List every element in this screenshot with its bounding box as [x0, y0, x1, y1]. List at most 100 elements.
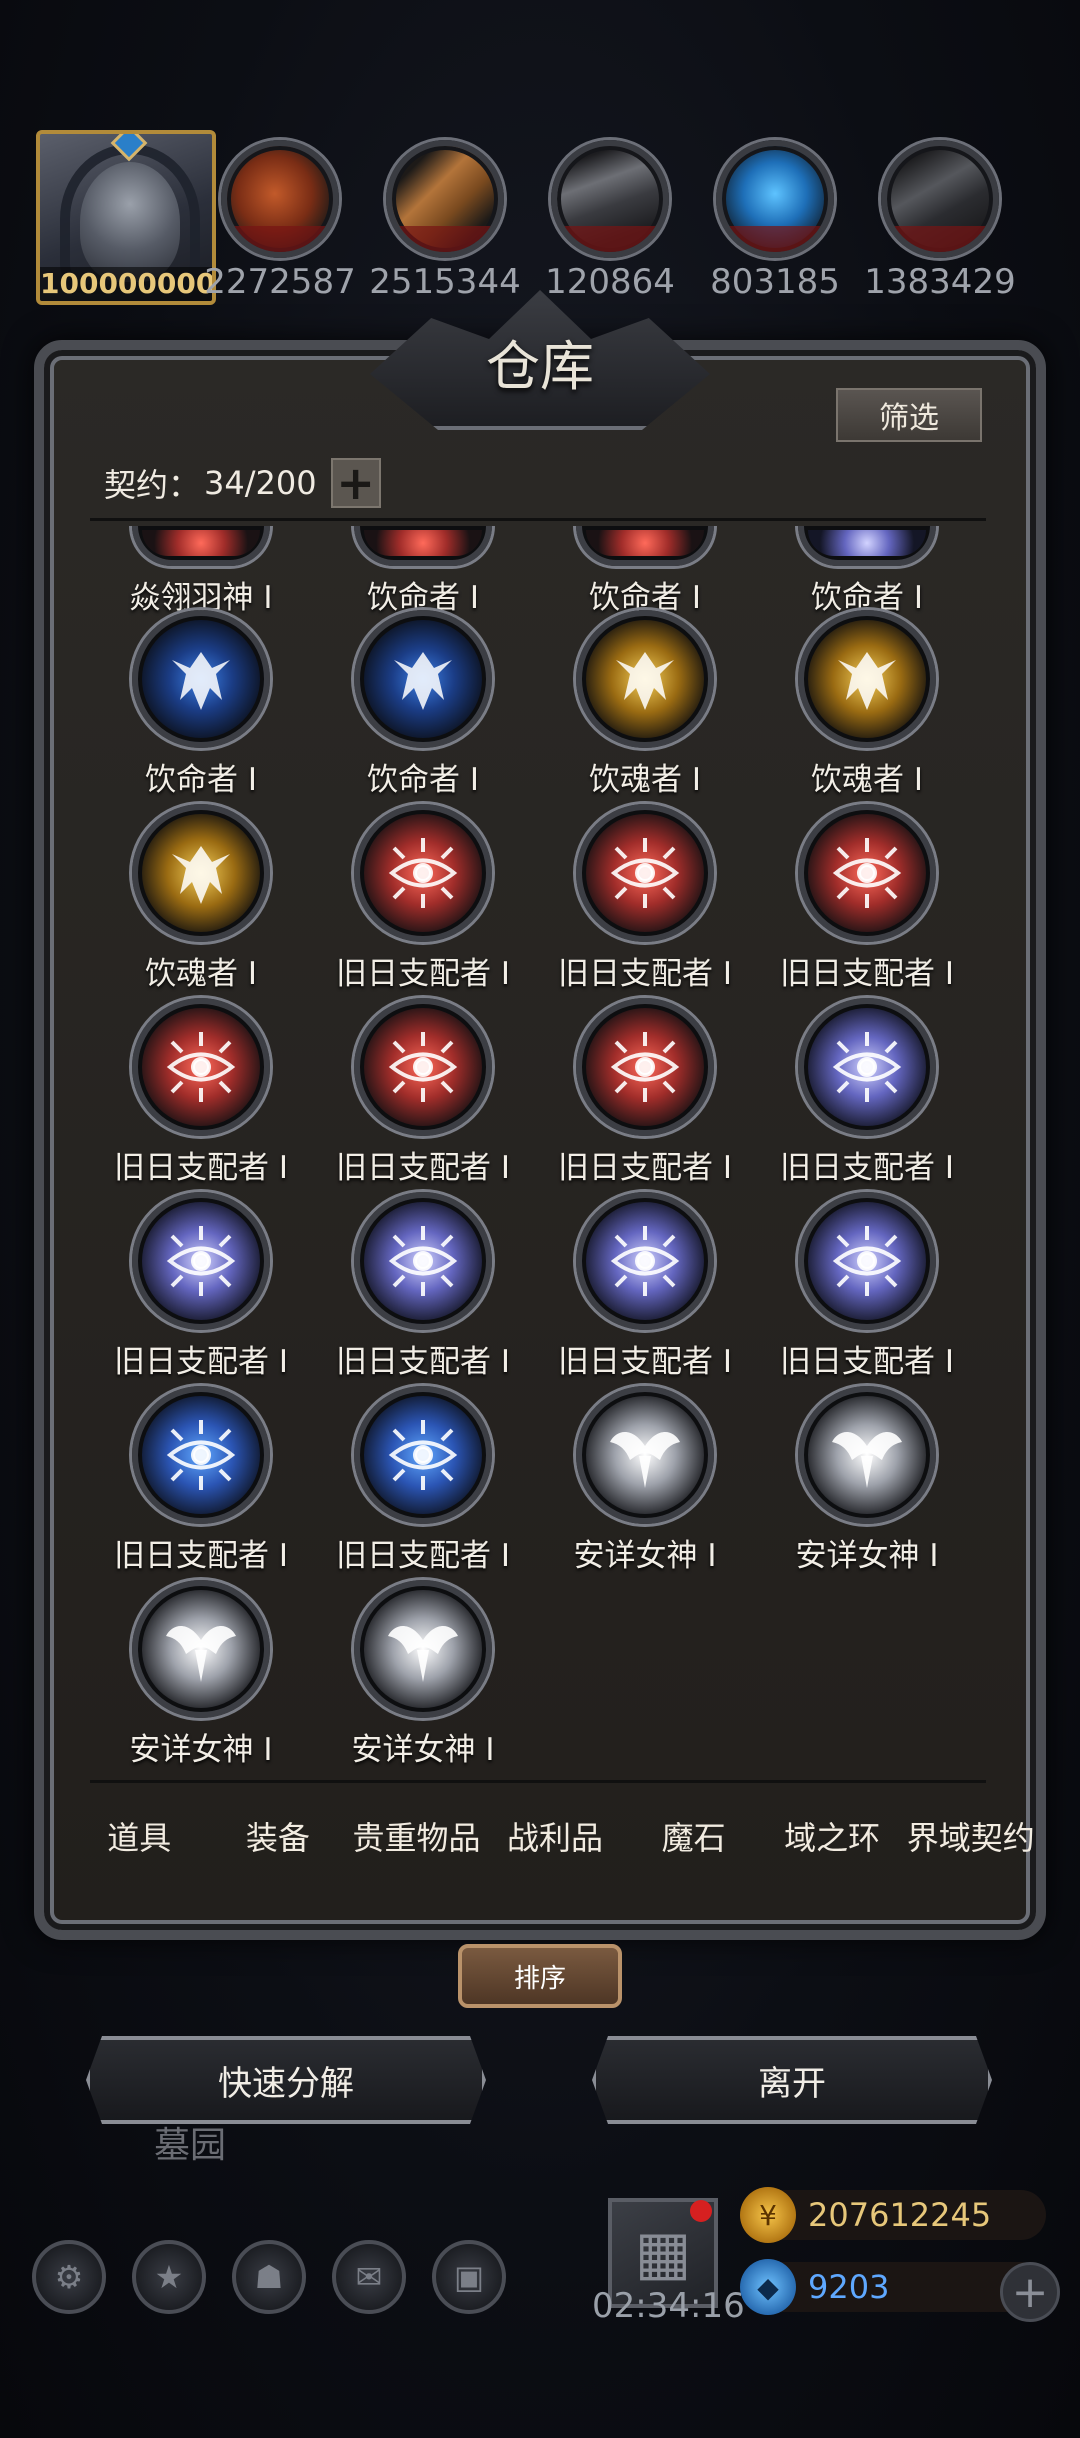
item-grid[interactable]: 焱翎羽神 I 饮命者 I 饮命者 I 饮命者 I 饮命者 I 饮命者 I 饮魂者 I 饮魂者 … [90, 526, 986, 1784]
tab-6[interactable]: 界域契约 [901, 1800, 1040, 1872]
resource-meat[interactable]: 2272587 [200, 140, 360, 302]
chest-icon[interactable]: ▣ [432, 2240, 506, 2314]
item-name: 饮命者 I [367, 762, 479, 798]
resource-wood[interactable]: 2515344 [365, 140, 525, 302]
claw-glyph-icon [828, 640, 906, 718]
achievement-icon[interactable]: ★ [132, 2240, 206, 2314]
contract-item[interactable]: 焱翎羽神 I [90, 526, 312, 617]
resource-value: 120864 [545, 262, 675, 302]
eye-glyph-icon [828, 834, 906, 912]
contract-item[interactable]: 旧日支配者 I [534, 804, 756, 993]
contract-item[interactable]: 旧日支配者 I [90, 1192, 312, 1381]
item-name: 旧日支配者 I [336, 956, 510, 992]
contract-item[interactable]: 旧日支配者 I [756, 998, 978, 1187]
add-currency-button[interactable]: + [1000, 2262, 1060, 2322]
notification-dot [690, 2200, 712, 2222]
resource-iron[interactable]: 120864 [530, 140, 690, 302]
contract-item[interactable]: 饮命者 I [534, 526, 756, 617]
stone-icon [881, 140, 999, 258]
item-name: 旧日支配者 I [114, 1150, 288, 1186]
contract-item[interactable]: 饮魂者 I [90, 804, 312, 993]
contract-claw-icon [354, 610, 492, 748]
contract-claw-icon [132, 610, 270, 748]
tab-0[interactable]: 道具 [70, 1800, 209, 1872]
item-name: 旧日支配者 I [336, 1538, 510, 1574]
item-name: 旧日支配者 I [114, 1538, 288, 1574]
contract-item[interactable]: 饮魂者 I [756, 610, 978, 799]
contract-item[interactable]: 旧日支配者 I [312, 1192, 534, 1381]
gold-balance[interactable]: ¥ 207612245 [740, 2187, 1046, 2243]
guild-icon[interactable]: ☗ [232, 2240, 306, 2314]
wing-glyph-icon [606, 1416, 684, 1494]
grid-top-divider [90, 518, 986, 521]
contract-item[interactable]: 饮命者 I [756, 526, 978, 617]
tab-1[interactable]: 装备 [209, 1800, 348, 1872]
resource-value: 2272587 [204, 262, 356, 302]
contract-item[interactable]: 旧日支配者 I [90, 1386, 312, 1575]
contract-count: 契约： 34/200 + [104, 458, 381, 508]
resource-crystal[interactable]: 803185 [695, 140, 855, 302]
contract-eye-icon [798, 804, 936, 942]
contract-item[interactable]: 旧日支配者 I [90, 998, 312, 1187]
item-name: 安详女神 I [573, 1538, 717, 1574]
expand-capacity-button[interactable]: + [330, 458, 381, 508]
eye-glyph-icon [606, 834, 684, 912]
eye-glyph-icon [384, 1222, 462, 1300]
item-name: 旧日支配者 I [114, 1344, 288, 1380]
claw-glyph-icon [162, 834, 240, 912]
eye-glyph-icon [606, 1222, 684, 1300]
quick-decompose-button[interactable]: 快速分解 [86, 2036, 486, 2124]
tab-5[interactable]: 域之环 [763, 1800, 902, 1872]
contract-item[interactable]: 安详女神 I [756, 1386, 978, 1575]
contract-item[interactable]: 旧日支配者 I [756, 804, 978, 993]
item-name: 饮魂者 I [589, 762, 701, 798]
resource-stone[interactable]: 1383429 [860, 140, 1020, 302]
panel-title: 仓库 [486, 335, 594, 398]
contract-item[interactable]: 旧日支配者 I [312, 1386, 534, 1575]
contract-item[interactable]: 旧日支配者 I [312, 998, 534, 1187]
contract-claw-icon [576, 526, 714, 566]
contract-eye-icon [354, 998, 492, 1136]
claw-glyph-icon [384, 640, 462, 718]
contract-item[interactable]: 旧日支配者 I [756, 1192, 978, 1381]
player-avatar[interactable]: 100000000 [36, 130, 216, 305]
diamond-icon: ◆ [740, 2259, 796, 2315]
contract-item[interactable]: 旧日支配者 I [534, 998, 756, 1187]
item-name: 旧日支配者 I [336, 1150, 510, 1186]
filter-button[interactable]: 筛选 [836, 388, 982, 442]
settings-icon[interactable]: ⚙ [32, 2240, 106, 2314]
item-name: 安详女神 I [351, 1732, 495, 1768]
contract-wing-icon [132, 526, 270, 566]
item-name: 安详女神 I [795, 1538, 939, 1574]
eye-glyph-icon [384, 1028, 462, 1106]
eye-glyph-icon [606, 1028, 684, 1106]
contract-item[interactable]: 安详女神 I [90, 1580, 312, 1769]
contract-wing-icon [576, 1386, 714, 1524]
iron-icon [551, 140, 669, 258]
tab-3[interactable]: 战利品 [486, 1800, 625, 1872]
contract-item[interactable]: 旧日支配者 I [312, 804, 534, 993]
eye-glyph-icon [162, 1222, 240, 1300]
item-name: 旧日支配者 I [780, 956, 954, 992]
mail-icon[interactable]: ✉ [332, 2240, 406, 2314]
contract-item[interactable]: 饮命者 I [312, 610, 534, 799]
item-name: 旧日支配者 I [558, 1344, 732, 1380]
grid-bottom-divider [90, 1780, 986, 1783]
item-name: 旧日支配者 I [558, 1150, 732, 1186]
item-name: 旧日支配者 I [336, 1344, 510, 1380]
contract-item[interactable]: 饮魂者 I [534, 610, 756, 799]
item-name: 饮魂者 I [811, 762, 923, 798]
sort-button[interactable]: 排序 [458, 1944, 622, 2008]
contract-item[interactable]: 安详女神 I [312, 1580, 534, 1769]
tab-2[interactable]: 贵重物品 [347, 1800, 486, 1872]
contract-item[interactable]: 安详女神 I [534, 1386, 756, 1575]
tab-4[interactable]: 魔石 [624, 1800, 763, 1872]
avatar-amount: 100000000 [40, 267, 216, 301]
leave-button[interactable]: 离开 [592, 2036, 992, 2124]
contract-item[interactable]: 饮命者 I [90, 610, 312, 799]
contract-item[interactable]: 旧日支配者 I [534, 1192, 756, 1381]
contract-item[interactable]: 饮命者 I [312, 526, 534, 617]
claw-glyph-icon [162, 640, 240, 718]
resource-value: 1383429 [864, 262, 1016, 302]
contract-claw-icon [798, 526, 936, 566]
